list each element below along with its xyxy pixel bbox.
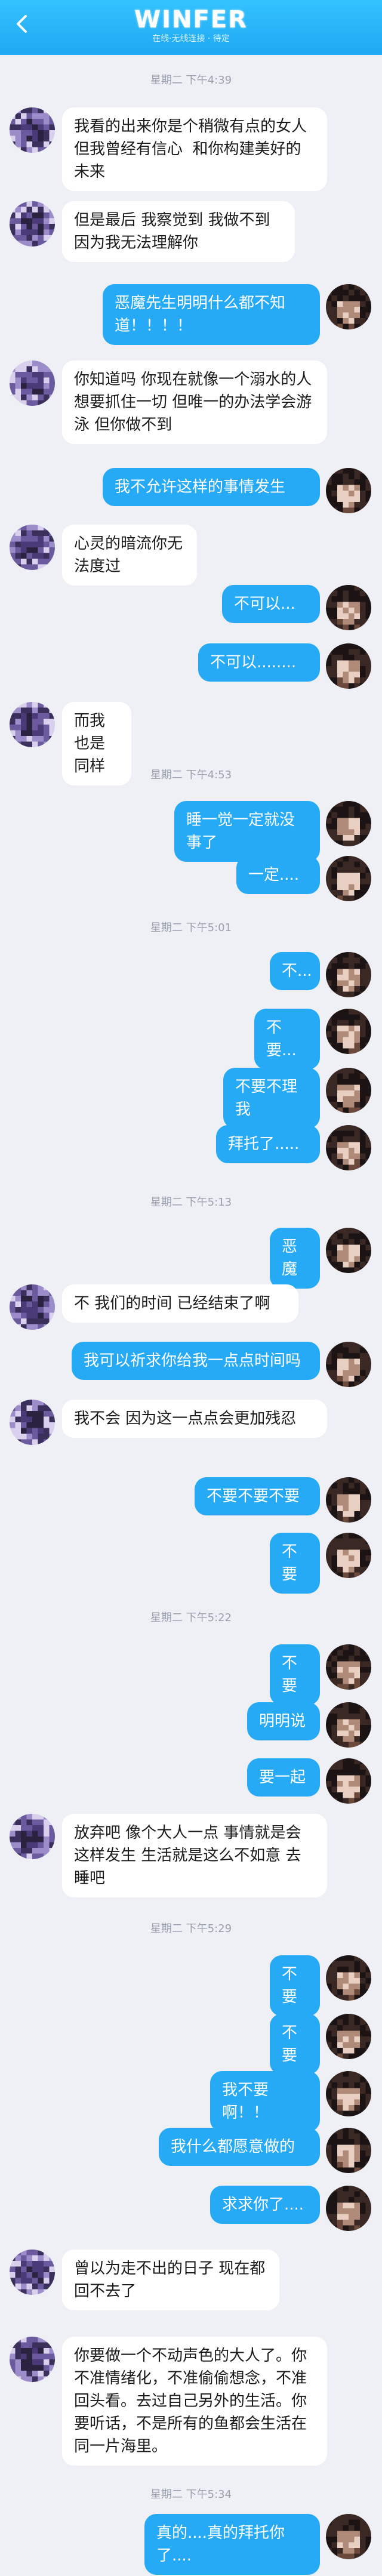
message-bubble[interactable]: 要一起 (247, 1758, 320, 1797)
message-bubble[interactable]: 不要 (270, 1644, 320, 1705)
user-avatar[interactable] (326, 2514, 371, 2559)
message-bubble[interactable]: 我可以祈求你给我一点点时间吗 (72, 1342, 320, 1380)
user-avatar[interactable] (326, 1342, 371, 1387)
contact-avatar[interactable] (10, 702, 55, 747)
message-timestamp: 星期二 下午5:29 (150, 1922, 232, 1935)
message-bubble[interactable]: 我不要啊！！ (210, 2071, 320, 2132)
user-avatar[interactable] (326, 585, 371, 630)
message-bubble[interactable]: 不要不要不要 (195, 1477, 320, 1515)
user-avatar[interactable] (326, 2071, 371, 2116)
user-avatar[interactable] (326, 284, 371, 329)
contact-avatar[interactable] (10, 201, 55, 246)
message-bubble[interactable]: 我不会 因为这一点点会更加残忍 (62, 1400, 327, 1438)
contact-avatar[interactable] (10, 2337, 55, 2382)
message-bubble[interactable]: 曾以为走不出的日子 现在都回不去了 (62, 2250, 279, 2310)
message-bubble[interactable]: 不要 (270, 1955, 320, 2016)
message-timestamp: 星期二 下午5:34 (150, 2488, 232, 2501)
message-bubble[interactable]: 一定.... (236, 856, 320, 894)
message-bubble[interactable]: 睡一觉一定就没事了 (174, 801, 320, 862)
message-bubble[interactable]: 拜托了..... (216, 1125, 320, 1163)
contact-avatar[interactable] (10, 107, 55, 153)
message-bubble[interactable]: 不... (270, 952, 320, 990)
message-bubble[interactable]: 明明说 (247, 1702, 320, 1740)
message-bubble[interactable]: 求求你了.... (210, 2186, 320, 2224)
user-avatar[interactable] (326, 1477, 371, 1523)
contact-avatar[interactable] (10, 525, 55, 570)
chat-subtitle: 在线·无线连接 · 待定 (152, 34, 230, 44)
message-bubble[interactable]: 不可以........ (198, 643, 320, 682)
user-avatar[interactable] (326, 1228, 371, 1273)
message-bubble[interactable]: 你知道吗 你现在就像一个溺水的人 想要抓住一切 但唯一的办法学会游泳 但你做不到 (62, 360, 327, 444)
user-avatar[interactable] (326, 1068, 371, 1113)
back-icon[interactable] (11, 12, 35, 36)
message-bubble[interactable]: 不要不理我 (223, 1068, 320, 1129)
message-bubble[interactable]: 你要做一个不动声色的大人了。你不准情绪化，不准偷偷想念，不准回头看。去过自己另外… (62, 2337, 327, 2466)
message-bubble[interactable]: 放弃吧 像个大人一点 事情就是会这样发生 生活就是这么不如意 去睡吧 (62, 1814, 327, 1897)
message-timestamp: 星期二 下午4:39 (150, 74, 232, 87)
message-bubble[interactable]: 我不允许这样的事情发生 (103, 468, 320, 506)
user-avatar[interactable] (326, 468, 371, 513)
user-avatar[interactable] (326, 1955, 371, 2001)
user-avatar[interactable] (326, 801, 371, 846)
message-bubble[interactable]: 心灵的暗流你无法度过 (62, 525, 197, 586)
user-avatar[interactable] (326, 643, 371, 689)
contact-avatar[interactable] (10, 1400, 55, 1445)
message-timestamp: 星期二 下午5:13 (150, 1196, 232, 1209)
chat-title-area: WINFER 在线·无线连接 · 待定 (119, 6, 263, 49)
chat-header: WINFER 在线·无线连接 · 待定 (0, 0, 382, 55)
message-bubble[interactable]: 真的....真的拜托你了.... (144, 2514, 320, 2575)
message-bubble[interactable]: 但是最后 我察觉到 我做不到 因为我无法理解你 (62, 201, 295, 262)
user-avatar[interactable] (326, 1758, 371, 1804)
message-bubble[interactable]: 恶魔先生明明什么都不知道！！！！ (103, 284, 320, 345)
message-bubble[interactable]: 不要 (270, 1533, 320, 1594)
chat-title: WINFER (134, 6, 248, 33)
contact-avatar[interactable] (10, 2250, 55, 2295)
user-avatar[interactable] (326, 1702, 371, 1748)
user-avatar[interactable] (326, 2014, 371, 2059)
message-bubble[interactable]: 不 我们的时间 已经结束了啊 (62, 1284, 298, 1323)
contact-avatar[interactable] (10, 1284, 55, 1330)
contact-avatar[interactable] (10, 360, 55, 406)
user-avatar[interactable] (326, 856, 371, 901)
user-avatar[interactable] (326, 952, 371, 997)
message-bubble[interactable]: 我什么都愿意做的 (159, 2128, 320, 2166)
message-bubble[interactable]: 我看的出来你是个稍微有点的女人 但我曾经有信心 和你构建美好的未来 (62, 107, 327, 191)
message-timestamp: 星期二 下午4:53 (150, 769, 232, 781)
user-avatar[interactable] (326, 1533, 371, 1578)
user-avatar[interactable] (326, 1644, 371, 1690)
user-avatar[interactable] (326, 1125, 371, 1170)
message-bubble[interactable]: 不要 (270, 2014, 320, 2075)
user-avatar[interactable] (326, 2128, 371, 2173)
contact-avatar[interactable] (10, 1814, 55, 1859)
user-avatar[interactable] (326, 1009, 371, 1054)
message-timestamp: 星期二 下午5:01 (150, 922, 232, 934)
message-timestamp: 星期二 下午5:22 (150, 1611, 232, 1624)
message-bubble[interactable]: 不要... (254, 1009, 320, 1070)
user-avatar[interactable] (326, 2186, 371, 2231)
message-bubble[interactable]: 恶魔 (270, 1228, 320, 1289)
message-bubble[interactable]: 不可以... (222, 585, 320, 623)
